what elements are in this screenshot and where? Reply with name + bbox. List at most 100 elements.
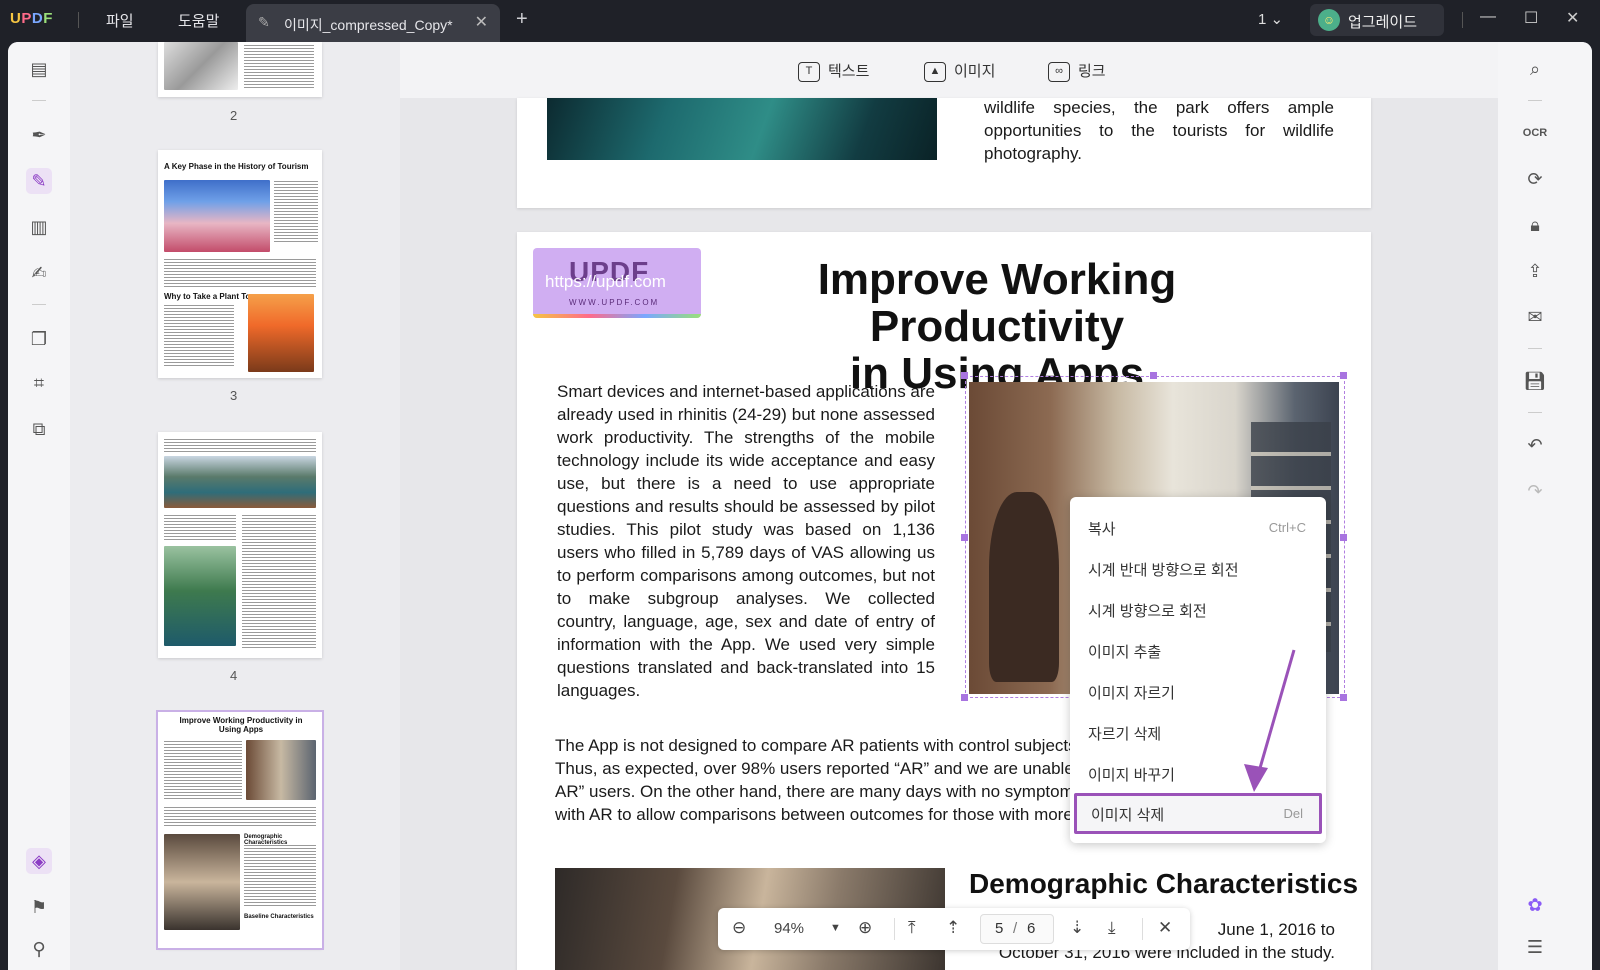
page-text[interactable]: wildlife species, the park offers ample … xyxy=(984,98,1334,165)
toolbar-separator xyxy=(1528,100,1542,101)
comments-panel-icon[interactable]: ☰ xyxy=(1522,934,1548,960)
thumbnail-page-5[interactable]: Improve Working Productivity in Using Ap… xyxy=(156,710,324,950)
thumbnail-page-3[interactable]: A Key Phase in the History of Tourism Wh… xyxy=(158,150,322,378)
thumbnail-panel: 2 A Key Phase in the History of Tourism … xyxy=(70,42,400,970)
thumbnail-text xyxy=(242,514,316,648)
resize-handle[interactable] xyxy=(961,534,968,541)
thumbnail-image xyxy=(164,834,240,930)
menu-item-label: 복사 xyxy=(1088,521,1116,538)
email-icon[interactable]: ✉ xyxy=(1522,304,1548,330)
convert-icon[interactable]: ⟳ xyxy=(1522,166,1548,192)
section-heading[interactable]: Demographic Characteristics xyxy=(969,868,1358,900)
menu-item-label: 시계 방향으로 회전 xyxy=(1088,603,1207,620)
first-page-icon[interactable]: ⤒ xyxy=(908,918,916,938)
zoom-out-icon[interactable]: ⊖ xyxy=(732,918,746,938)
form-icon[interactable]: ▥ xyxy=(26,214,52,240)
attachment-icon[interactable]: ⚲ xyxy=(26,936,52,962)
page-selector[interactable]: 1 ⌄ xyxy=(1258,10,1283,28)
resize-handle[interactable] xyxy=(1340,534,1347,541)
thumbnail-page-2[interactable] xyxy=(158,42,322,97)
zoom-separator xyxy=(894,918,895,940)
resize-handle[interactable] xyxy=(961,694,968,701)
paragraph-text[interactable]: The App is not designed to compare AR pa… xyxy=(555,734,1085,826)
comment-icon[interactable]: ✒ xyxy=(26,122,52,148)
menu-item-copy[interactable]: 복사 Ctrl+C xyxy=(1070,507,1326,548)
menu-help[interactable]: 도움말 xyxy=(178,10,219,31)
zoom-dropdown-icon[interactable]: ▼ xyxy=(830,922,841,934)
current-page: 5 xyxy=(995,920,1004,937)
share-icon[interactable]: ⇪ xyxy=(1522,258,1548,284)
document-tab[interactable]: ✎ 이미지_compressed_Copy* ✕ xyxy=(246,4,500,42)
add-text-label: 텍스트 xyxy=(828,63,870,80)
menu-item-rotate-ccw[interactable]: 시계 반대 방향으로 회전 xyxy=(1070,548,1326,589)
minimize-icon[interactable]: — xyxy=(1480,8,1496,26)
edit-pdf-icon[interactable]: ✎ xyxy=(26,168,52,194)
save-icon[interactable]: 💾︎ xyxy=(1522,368,1548,394)
title-line-1: Improve Working Productivity xyxy=(817,255,1177,351)
organize-pages-icon[interactable]: ❐ xyxy=(26,326,52,352)
close-zoombar-icon[interactable]: ✕ xyxy=(1158,918,1172,938)
title-separator xyxy=(1462,12,1463,28)
right-toolbar: ⌕ OCR ⟳ 🔒︎ ⇪ ✉ 💾︎ ↶ ↷ ✿ ☰ xyxy=(1498,42,1592,970)
updf-watermark: UPDF https://updf.com WWW.UPDF.COM xyxy=(533,248,701,318)
arrow-line xyxy=(1254,649,1296,783)
paragraph-text[interactable]: Smart devices and internet-based applica… xyxy=(557,380,935,702)
thumbnail-image xyxy=(246,740,316,800)
zoom-level[interactable]: 94% xyxy=(774,920,804,937)
redo-icon[interactable]: ↷ xyxy=(1522,478,1548,504)
thumbnail-page-4[interactable] xyxy=(158,432,322,658)
page-number-field[interactable]: 5 / 6 xyxy=(980,914,1054,944)
text-line: AR” users. On the other hand, there are … xyxy=(555,782,1083,801)
add-link-button[interactable]: ∞ 링크 xyxy=(1048,60,1106,83)
layers-icon[interactable]: ◈ xyxy=(26,848,52,874)
menu-item-label: 이미지 바꾸기 xyxy=(1088,767,1175,784)
protect-icon[interactable]: 🔒︎ xyxy=(1522,212,1548,238)
undo-icon[interactable]: ↶ xyxy=(1522,432,1548,458)
maximize-icon[interactable]: ☐ xyxy=(1524,8,1538,28)
last-page-icon[interactable]: ⤓ xyxy=(1108,918,1116,938)
ocr-icon[interactable]: OCR xyxy=(1522,120,1548,146)
zoom-separator xyxy=(1142,918,1143,940)
menu-file[interactable]: 파일 xyxy=(106,10,134,31)
close-window-icon[interactable]: ✕ xyxy=(1566,8,1579,28)
resize-handle[interactable] xyxy=(1340,372,1347,379)
add-image-button[interactable]: ▲ 이미지 xyxy=(924,60,995,83)
add-text-button[interactable]: T 텍스트 xyxy=(798,60,870,83)
thumbnail-image xyxy=(248,294,314,372)
menu-item-delete-image[interactable]: 이미지 삭제 Del xyxy=(1074,793,1322,834)
resize-handle[interactable] xyxy=(1340,694,1347,701)
upgrade-button[interactable]: ☺ 업그레이드 xyxy=(1310,4,1444,36)
watermark-caption: WWW.UPDF.COM xyxy=(569,298,660,307)
total-pages: 6 xyxy=(1027,920,1036,937)
search-icon[interactable]: ⌕ xyxy=(1522,56,1548,82)
add-link-label: 링크 xyxy=(1078,63,1106,80)
zoom-in-icon[interactable]: ⊕ xyxy=(858,918,872,938)
app-body: ▤ ✒ ✎ ▥ ✍ ❐ ⌗ ⧉ ◈ ⚑ ⚲ 2 A Key Phase in t… xyxy=(8,42,1592,970)
arrow-head xyxy=(1244,764,1268,792)
menu-item-rotate-cw[interactable]: 시계 방향으로 회전 xyxy=(1070,589,1326,630)
fill-sign-icon[interactable]: ✍ xyxy=(26,260,52,286)
reader-icon[interactable]: ▤ xyxy=(26,56,52,82)
new-tab-icon[interactable]: + xyxy=(516,8,528,31)
resize-handle[interactable] xyxy=(1150,372,1157,379)
thumbnail-text xyxy=(164,258,316,288)
page-tools-icon[interactable]: ⧉ xyxy=(26,416,52,442)
thumbnail-page-number: 4 xyxy=(230,668,238,683)
next-page-icon[interactable]: ⇣ xyxy=(1070,918,1084,938)
bookmark-icon[interactable]: ⚑ xyxy=(26,894,52,920)
menu-item-label: 이미지 자르기 xyxy=(1088,685,1175,702)
thumbnail-page-number: 2 xyxy=(230,108,238,123)
thumbnail-text xyxy=(164,304,234,368)
watermark-url: https://updf.com xyxy=(545,272,666,291)
page-image[interactable] xyxy=(547,98,937,160)
text-line: The App is not designed to compare AR pa… xyxy=(555,736,1082,755)
crop-icon[interactable]: ⌗ xyxy=(26,370,52,396)
close-tab-icon[interactable]: ✕ xyxy=(475,12,488,32)
link-icon: ∞ xyxy=(1048,62,1070,83)
previous-page-icon[interactable]: ⇡ xyxy=(946,918,960,938)
text-line: Thus, as expected, over 98% users report… xyxy=(555,759,1085,778)
page-separator: / xyxy=(1013,920,1018,937)
title-separator xyxy=(78,12,79,28)
resize-handle[interactable] xyxy=(961,372,968,379)
ai-assistant-icon[interactable]: ✿ xyxy=(1522,892,1548,918)
